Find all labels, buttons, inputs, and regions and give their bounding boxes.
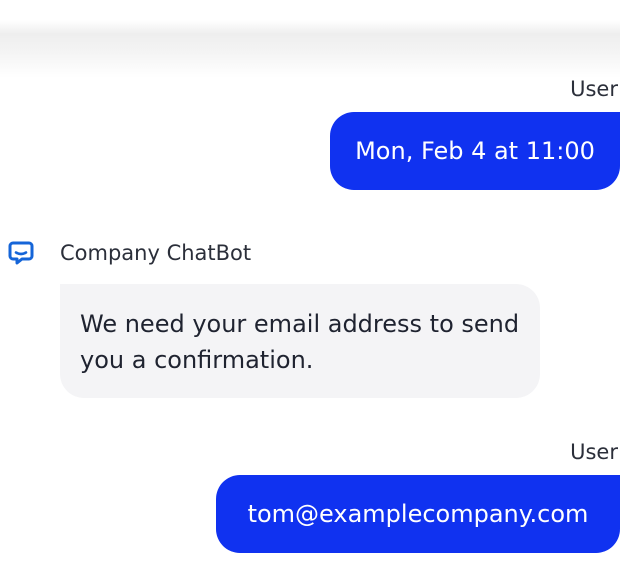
- chat-top-shadow: [0, 0, 620, 78]
- bot-message-header: Company ChatBot: [6, 238, 251, 268]
- bot-message-text: We need your email address to send you a…: [80, 310, 520, 374]
- bot-message-bubble: We need your email address to send you a…: [60, 284, 540, 398]
- chat-bubble-icon: [6, 238, 36, 268]
- message-sender-user: User: [570, 440, 618, 464]
- bot-sender-name: Company ChatBot: [60, 241, 252, 265]
- message-sender-user: User: [570, 77, 618, 101]
- user-message-text: Mon, Feb 4 at 11:00: [355, 137, 595, 165]
- user-message-bubble: tom@examplecompany.com: [216, 475, 620, 553]
- user-message-text: tom@examplecompany.com: [247, 500, 589, 528]
- user-message-bubble: Mon, Feb 4 at 11:00: [330, 112, 620, 190]
